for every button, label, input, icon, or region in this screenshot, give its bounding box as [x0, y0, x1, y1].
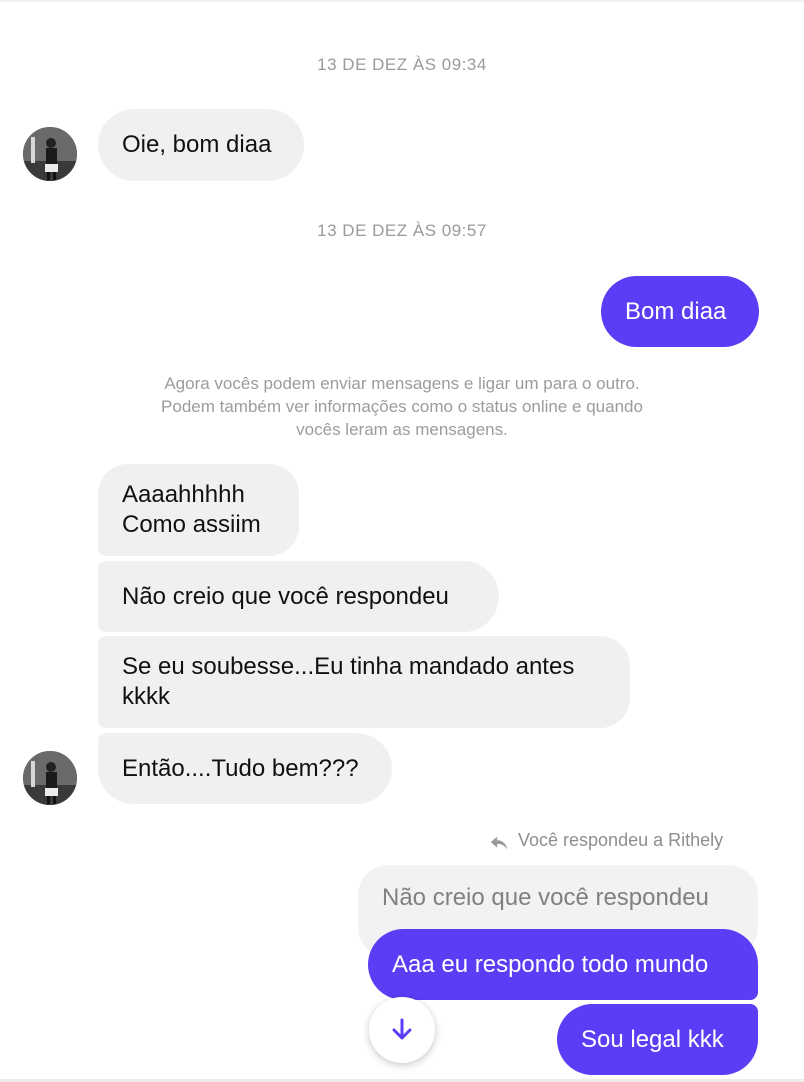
avatar-photo-icon [23, 127, 77, 181]
message-line: kkkk [122, 683, 170, 710]
timestamp-1: 13 DE DEZ ÀS 09:34 [317, 55, 487, 74]
system-notice: Agora vocês podem enviar mensagens e lig… [110, 372, 694, 441]
incoming-message[interactable]: Aaaahhhhh Como assiim [98, 464, 299, 556]
outgoing-message[interactable]: Sou legal kkk [557, 1004, 758, 1075]
outgoing-message[interactable]: Bom diaa [601, 276, 759, 347]
message-line: Se eu soubesse...Eu tinha mandado antes [122, 653, 575, 680]
incoming-message[interactable]: Se eu soubesse...Eu tinha mandado antes … [98, 636, 630, 728]
contact-avatar[interactable] [23, 127, 77, 181]
incoming-message[interactable]: Oie, bom diaa [98, 109, 304, 181]
arrow-down-icon [392, 1018, 412, 1040]
avatar-photo-icon [23, 751, 77, 805]
reply-label-text: Você respondeu a Rithely [518, 829, 724, 850]
message-line: Como assiim [122, 511, 261, 538]
timestamp-2: 13 DE DEZ ÀS 09:57 [317, 221, 487, 240]
system-notice-line: Podem também ver informações como o stat… [161, 397, 643, 416]
contact-avatar[interactable] [23, 751, 77, 805]
system-notice-line: Agora vocês podem enviar mensagens e lig… [164, 374, 640, 393]
scroll-to-bottom-button[interactable] [369, 997, 435, 1063]
top-divider [0, 0, 804, 2]
reply-context: Você respondeu a Rithely [488, 826, 723, 854]
message-line: Aaaahhhhh [122, 481, 245, 508]
incoming-message[interactable]: Não creio que você respondeu [98, 561, 499, 632]
reply-arrow-icon [490, 836, 508, 850]
outgoing-message[interactable]: Aaa eu respondo todo mundo [368, 929, 758, 1000]
system-notice-line: vocês leram as mensagens. [296, 420, 508, 439]
incoming-message[interactable]: Então....Tudo bem??? [98, 733, 392, 804]
